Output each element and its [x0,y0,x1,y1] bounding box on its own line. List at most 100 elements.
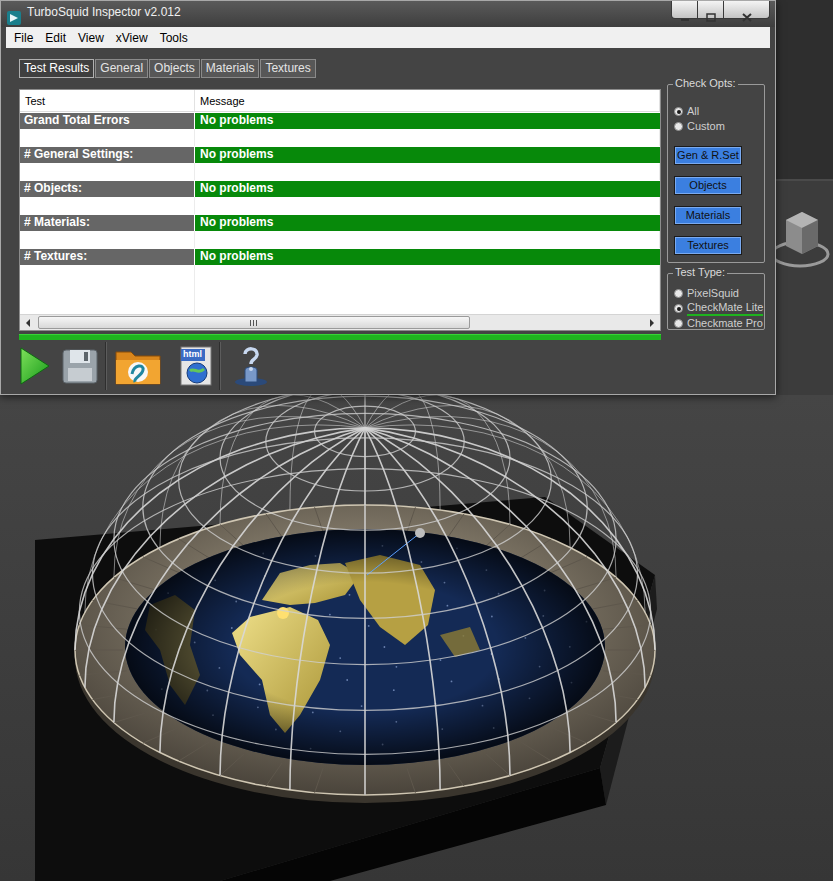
column-header[interactable]: Test [20,90,195,111]
radio-option[interactable]: All [674,104,760,119]
minimize-icon [680,6,690,14]
options-panel: Check Opts:AllCustomGen & R.SetObjectsMa… [663,48,765,394]
check-category-button[interactable]: Textures [674,236,742,255]
grip-line [256,320,257,326]
tab[interactable]: Test Results [19,59,94,78]
viewport[interactable] [0,395,833,881]
radio-option[interactable]: PixelSquid [674,286,760,301]
radio-option[interactable]: Checkmate Pro [674,316,760,331]
table-row[interactable]: # General Settings:No problems [20,146,660,163]
test-cell: # Materials: [20,215,195,231]
scroll-thumb[interactable] [38,316,470,329]
blank-cell [195,231,660,248]
blank-cell [195,197,660,214]
group-title: Test Type: [673,266,727,279]
check-buttons: Gen & R.Set Objects Materials Textures [674,146,760,255]
blank-cell [195,265,660,282]
blank-cell [20,197,195,214]
sun-object[interactable] [277,607,289,619]
base-box[interactable] [35,497,657,881]
message-cell: No problems [195,249,660,265]
title-bar[interactable]: TurboSquid Inspector v2.012 [1,1,775,27]
tab[interactable]: General [95,59,148,78]
blank-row [20,265,660,282]
app-logo-icon [7,5,21,19]
grip-line [253,320,254,326]
help-button[interactable] [231,342,271,390]
moon-link [367,533,420,575]
folder-icon [113,344,163,388]
window-controls [671,1,770,19]
dome-wireframe[interactable] [75,395,655,795]
tab-strip: Test Results General Objects Materials Textu… [19,59,663,78]
message-cell: No problems [195,181,660,197]
maximize-button[interactable] [698,1,724,19]
radio-button[interactable] [674,122,683,131]
close-icon [742,5,752,14]
menu-item[interactable]: Tools [154,30,194,46]
window-title: TurboSquid Inspector v2.012 [27,6,181,18]
menu-item[interactable]: xView [110,30,154,46]
open-folder-button[interactable] [113,342,163,390]
scroll-left-button[interactable] [20,315,36,330]
toolbar: html [13,340,663,392]
export-html-button[interactable]: html [179,342,213,390]
scroll-right-button[interactable] [644,315,660,330]
blank-cell [20,282,195,314]
blank-cell [195,163,660,180]
check-options-group: Check Opts:AllCustomGen & R.SetObjectsMa… [667,84,765,263]
progress-fill [19,335,661,340]
help-icon [231,344,271,388]
table-row[interactable]: # Textures:No problems [20,248,660,265]
tab[interactable]: Materials [201,59,260,78]
test-type-group: Test Type:PixelSquidCheckMate LiteCheckm… [667,273,765,330]
radio-option[interactable]: Custom [674,119,760,134]
test-cell: # General Settings: [20,147,195,163]
save-button[interactable] [61,342,99,390]
check-category-button[interactable]: Materials [674,206,742,225]
scroll-track[interactable] [36,316,644,329]
tab-label: Textures [265,61,310,75]
tab-label: General [100,61,143,75]
menu-item[interactable]: Edit [39,30,72,46]
menu-item[interactable]: File [8,30,39,46]
radio-button[interactable] [674,289,683,298]
toolbar-separator [105,342,107,390]
run-button[interactable] [13,342,53,390]
arrow-right-icon [650,319,654,327]
maximize-icon [706,5,716,14]
window-body: Test Results General Objects Materials Textu… [1,48,775,394]
progress-bar [19,334,661,340]
check-category-button[interactable]: Objects [674,176,742,195]
moon-object[interactable] [415,528,425,538]
tab[interactable]: Textures [260,59,315,78]
radio-button[interactable] [674,107,683,116]
toolbar-separator [219,342,221,390]
minimize-button[interactable] [671,1,698,19]
table-row[interactable]: # Objects:No problems [20,180,660,197]
horizontal-scrollbar[interactable] [20,314,660,330]
column-header[interactable]: Message [195,90,660,111]
background-viewport [776,0,833,181]
radio-option[interactable]: CheckMate Lite [674,301,760,316]
results-table: TestMessageGrand Total ErrorsNo problems… [19,89,661,331]
blank-cell [20,129,195,146]
table-empty-area [20,282,660,314]
table-row[interactable]: Grand Total ErrorsNo problems [20,112,660,129]
test-cell: # Objects: [20,181,195,197]
tab-label: Objects [154,61,195,75]
inspector-window[interactable]: TurboSquid Inspector v2.012 FileEditViewx… [0,0,776,395]
menu-item[interactable]: View [72,30,110,46]
check-category-button[interactable]: Gen & R.Set [674,146,742,165]
tab[interactable]: Objects [149,59,200,78]
close-button[interactable] [724,1,770,19]
test-cell: # Textures: [20,249,195,265]
table-row[interactable]: # Materials:No problems [20,214,660,231]
radio-label: Checkmate Pro [687,317,763,330]
radio-button[interactable] [674,319,683,328]
viewcube-icon[interactable] [768,198,833,276]
menu-bar: FileEditViewxViewTools [6,27,770,48]
radio-button[interactable] [674,304,683,313]
grip-line [250,320,251,326]
message-cell: No problems [195,215,660,231]
